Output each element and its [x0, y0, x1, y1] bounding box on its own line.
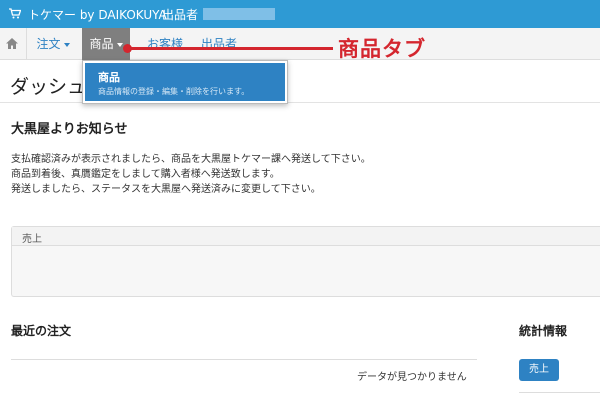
recent-orders-empty: データが見つかりません — [357, 372, 467, 383]
dropdown-item-products[interactable]: 商品 商品情報の登録・編集・削除を行います。 — [85, 63, 285, 101]
annotation-label: 商品タブ — [338, 37, 426, 61]
home-icon[interactable] — [5, 37, 19, 50]
notice-title: 大黒屋よりお知らせ — [11, 122, 128, 137]
tab-orders[interactable]: 注文 — [31, 28, 75, 60]
annotation-arrow-dot — [123, 44, 132, 53]
nav-divider — [26, 28, 27, 60]
tab-products-label: 商品 — [89, 37, 114, 51]
sales-panel: 売上 — [11, 226, 600, 297]
stats-sales-button[interactable]: 売上 — [519, 359, 559, 381]
notice-line: 発送しましたら、ステータスを大黒屋へ発送済みに変更して下さい。 — [11, 184, 321, 195]
dropdown-item-title: 商品 — [98, 71, 120, 84]
notice-line: 商品到着後、真贋鑑定をしまして購入者様へ発送致します。 — [11, 169, 280, 180]
sales-panel-header: 売上 — [12, 227, 600, 246]
chevron-down-icon — [116, 42, 123, 47]
stats-title: 統計情報 — [519, 324, 568, 338]
recent-orders-divider — [11, 359, 477, 360]
tab-sellers[interactable]: 出品者 — [197, 28, 241, 60]
products-dropdown: 商品 商品情報の登録・編集・削除を行います。 — [82, 60, 288, 104]
chevron-down-icon — [63, 42, 70, 47]
stats-divider — [519, 392, 600, 393]
seller-label: 出品者 — [162, 8, 199, 22]
tab-orders-label: 注文 — [36, 37, 61, 51]
brand-title[interactable]: トケマー by DAIKOKUYA — [28, 6, 167, 23]
tab-customers[interactable]: お客様 — [140, 28, 190, 60]
top-header: トケマー by DAIKOKUYA 出品者 — [0, 0, 600, 28]
sales-panel-label: 売上 — [22, 234, 42, 245]
recent-orders-title: 最近の注文 — [11, 324, 72, 338]
cart-icon — [9, 8, 21, 19]
main-nav: 注文 商品 お客様 出品者 — [0, 28, 600, 60]
tab-products[interactable]: 商品 — [82, 28, 130, 60]
annotation-arrow-line — [128, 47, 333, 50]
seller-name-redacted — [203, 8, 275, 20]
notice-line: 支払確認済みが表示されましたら、商品を大黒屋トケマー課へ発送して下さい。 — [11, 154, 371, 165]
dropdown-item-description: 商品情報の登録・編集・削除を行います。 — [98, 87, 250, 96]
